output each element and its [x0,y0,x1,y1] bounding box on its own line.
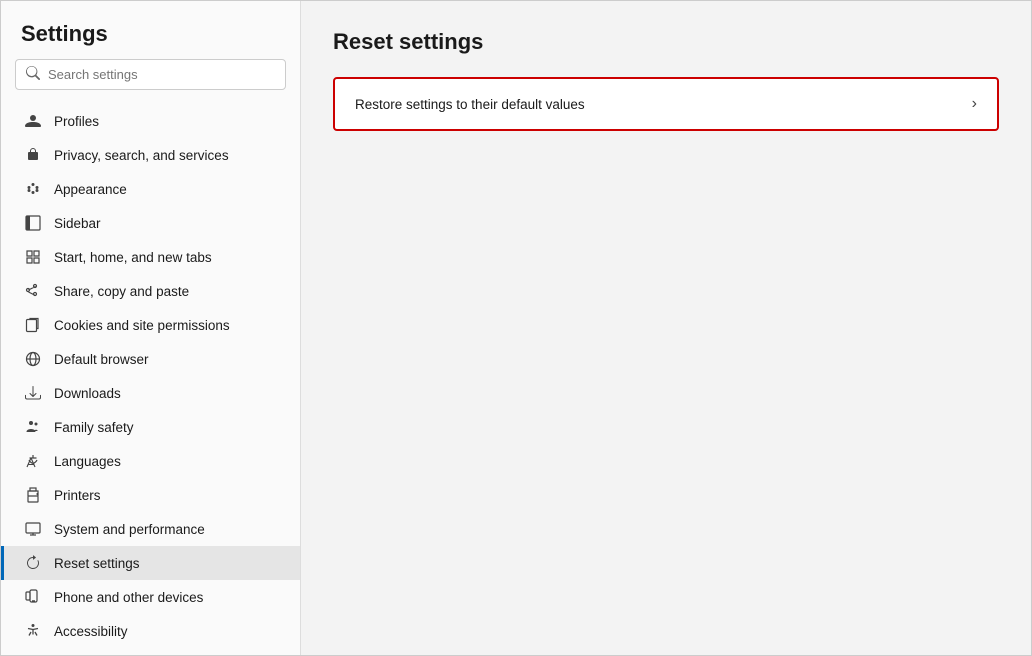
sidebar-item-profiles[interactable]: Profiles [1,104,300,138]
appearance-icon [24,180,42,198]
phone-devices-icon [24,588,42,606]
sidebar-item-languages[interactable]: Languages [1,444,300,478]
sidebar-item-label: Sidebar [54,216,101,231]
app-window: Settings Profiles Privacy, search, and s… [0,0,1032,656]
sidebar-item-label: Default browser [54,352,149,367]
privacy-icon [24,146,42,164]
sidebar-item-label: Printers [54,488,101,503]
downloads-icon [24,384,42,402]
family-safety-icon [24,418,42,436]
sidebar-item-sidebar[interactable]: Sidebar [1,206,300,240]
sidebar-item-system[interactable]: System and performance [1,512,300,546]
main-content: Reset settings Restore settings to their… [301,1,1031,655]
restore-settings-card[interactable]: Restore settings to their default values… [333,77,999,131]
sidebar-item-default-browser[interactable]: Default browser [1,342,300,376]
sidebar-item-start-home[interactable]: Start, home, and new tabs [1,240,300,274]
sidebar-item-cookies[interactable]: Cookies and site permissions [1,308,300,342]
sidebar-item-printers[interactable]: Printers [1,478,300,512]
sidebar-item-appearance[interactable]: Appearance [1,172,300,206]
chevron-right-icon: › [972,95,977,113]
sidebar-item-phone-devices[interactable]: Phone and other devices [1,580,300,614]
sidebar-item-label: Share, copy and paste [54,284,189,299]
sidebar-item-share-copy[interactable]: Share, copy and paste [1,274,300,308]
sidebar-item-label: System and performance [54,522,205,537]
sidebar-item-reset-settings[interactable]: Reset settings [1,546,300,580]
sidebar-item-label: Languages [54,454,121,469]
sidebar-item-label: Reset settings [54,556,140,571]
cookies-icon [24,316,42,334]
system-icon [24,520,42,538]
reset-settings-icon [24,554,42,572]
sidebar-item-label: Downloads [54,386,121,401]
search-box[interactable] [15,59,286,90]
start-home-icon [24,248,42,266]
sidebar-item-label: Cookies and site permissions [54,318,230,333]
sidebar-item-label: Family safety [54,420,134,435]
languages-icon [24,452,42,470]
sidebar: Settings Profiles Privacy, search, and s… [1,1,301,655]
sidebar-item-label: Accessibility [54,624,128,639]
sidebar-item-label: Appearance [54,182,127,197]
profiles-icon [24,112,42,130]
sidebar-item-family-safety[interactable]: Family safety [1,410,300,444]
search-input[interactable] [48,67,275,82]
nav-list: Profiles Privacy, search, and services A… [1,100,300,655]
sidebar-icon [24,214,42,232]
sidebar-item-label: Profiles [54,114,99,129]
printers-icon [24,486,42,504]
sidebar-item-label: Start, home, and new tabs [54,250,212,265]
page-title: Reset settings [333,29,999,55]
sidebar-item-label: Privacy, search, and services [54,148,229,163]
search-icon [26,66,40,83]
restore-settings-label: Restore settings to their default values [355,97,585,112]
sidebar-item-downloads[interactable]: Downloads [1,376,300,410]
sidebar-title: Settings [1,1,300,59]
sidebar-item-about[interactable]: About Microsoft Edge [1,648,300,655]
sidebar-item-accessibility[interactable]: Accessibility [1,614,300,648]
sidebar-item-label: Phone and other devices [54,590,203,605]
default-browser-icon [24,350,42,368]
accessibility-icon [24,622,42,640]
share-copy-icon [24,282,42,300]
sidebar-item-privacy[interactable]: Privacy, search, and services [1,138,300,172]
